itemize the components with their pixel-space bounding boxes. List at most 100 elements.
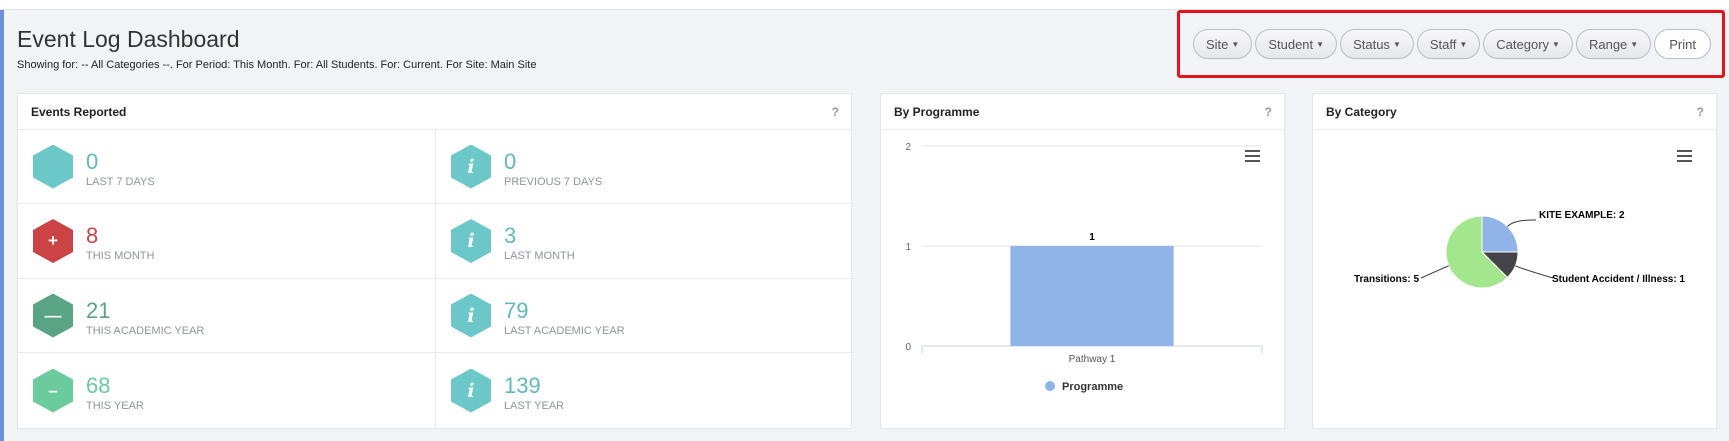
question-icon[interactable]: ? xyxy=(1265,105,1272,119)
stat-last-month: i 3 LAST MONTH xyxy=(436,204,854,279)
by-programme-panel: By Programme ? 0 1 2 1 Pathway 1 Programme xyxy=(880,93,1285,429)
minus-icon: – xyxy=(33,368,73,413)
stat-text: 8 THIS MONTH xyxy=(86,220,155,263)
stat-this-year: – 68 THIS YEAR xyxy=(18,353,436,428)
site-filter-button[interactable]: Site ▼ xyxy=(1193,29,1253,59)
status-filter-button[interactable]: Status ▼ xyxy=(1340,29,1414,59)
stat-value: 139 xyxy=(504,372,541,398)
staff-filter-button[interactable]: Staff ▼ xyxy=(1416,29,1481,59)
icon-glyph: + xyxy=(48,231,58,250)
stat-label: PREVIOUS 7 DAYS xyxy=(504,175,603,188)
caret-down-icon: ▼ xyxy=(1459,39,1468,49)
y-tick-label: 2 xyxy=(905,142,911,153)
pie-data-label: Transitions: 5 xyxy=(1354,274,1419,285)
panel-title: By Programme xyxy=(894,104,980,119)
panel-title: Events Reported xyxy=(31,104,127,119)
info-icon: i xyxy=(451,144,491,189)
stat-label: LAST MONTH xyxy=(504,250,575,262)
pie-connector xyxy=(1515,265,1554,279)
minus-icon: — xyxy=(33,293,73,338)
button-label: Student xyxy=(1268,36,1314,52)
caret-down-icon: ▼ xyxy=(1630,39,1639,49)
stat-label: LAST 7 DAYS xyxy=(86,175,155,188)
stat-text: 21 THIS ACADEMIC YEAR xyxy=(86,295,204,337)
button-label: Site xyxy=(1206,36,1229,52)
icon-glyph: — xyxy=(44,305,62,325)
question-icon[interactable]: ? xyxy=(1697,105,1704,119)
icon-glyph: – xyxy=(48,380,58,400)
button-label: Status xyxy=(1353,36,1390,52)
stat-text: 68 THIS YEAR xyxy=(86,370,144,412)
info-icon: i xyxy=(451,219,491,263)
top-edge xyxy=(0,0,1729,10)
hexagon-icon xyxy=(33,144,73,189)
stat-text: 0 LAST 7 DAYS xyxy=(86,146,155,188)
stat-label: LAST YEAR xyxy=(504,399,565,412)
stat-text: 139 LAST YEAR xyxy=(504,370,564,412)
range-filter-button[interactable]: Range ▼ xyxy=(1575,29,1652,59)
icon-glyph: i xyxy=(467,155,475,178)
stat-text: 3 LAST MONTH xyxy=(504,220,575,263)
category-filter-button[interactable]: Category ▼ xyxy=(1483,29,1573,59)
icon-glyph: i xyxy=(467,304,475,327)
button-label: Range xyxy=(1588,36,1628,52)
info-icon: i xyxy=(451,293,491,338)
stat-value: 68 xyxy=(86,372,111,398)
student-filter-button[interactable]: Student ▼ xyxy=(1255,29,1338,59)
stats-grid: 0 LAST 7 DAYS i 0 PREVIOUS 7 DAYS +8 THIS MONT… xyxy=(18,130,854,428)
by-category-panel: By Category ? KITE EXAMPLE: 2 Student Acc… xyxy=(1312,93,1717,429)
pie-connector xyxy=(1420,265,1449,279)
y-tick-label: 0 xyxy=(905,342,911,353)
stat-previous-7-days: i 0 PREVIOUS 7 DAYS xyxy=(436,130,854,204)
plus-icon: + xyxy=(33,219,73,263)
icon-glyph: i xyxy=(467,230,475,252)
stat-last-year: i 139 LAST YEAR xyxy=(436,353,854,428)
stat-text: 0 PREVIOUS 7 DAYS xyxy=(504,146,602,188)
stat-text: 79 LAST ACADEMIC YEAR xyxy=(504,295,625,337)
caret-down-icon: ▼ xyxy=(1552,39,1560,49)
pie-data-label: KITE EXAMPLE: 2 xyxy=(1539,210,1625,221)
category-pie-chart: KITE EXAMPLE: 2 Student Accident / Illnes… xyxy=(1354,210,1685,289)
panel-header: Events Reported ? xyxy=(18,94,851,130)
legend-marker[interactable] xyxy=(1045,381,1055,391)
caret-down-icon: ▼ xyxy=(1231,39,1240,49)
stat-value: 21 xyxy=(86,297,111,323)
stat-this-academic-year: — 21 THIS ACADEMIC YEAR xyxy=(18,279,436,353)
stat-label: THIS MONTH xyxy=(86,250,155,262)
info-icon: i xyxy=(451,368,491,413)
y-tick-label: 1 xyxy=(905,242,911,253)
button-label: Print xyxy=(1669,36,1696,52)
legend-label[interactable]: Programme xyxy=(1062,381,1123,393)
stat-value: 79 xyxy=(504,297,529,323)
panel-header: By Programme ? xyxy=(881,94,1284,130)
button-label: Category xyxy=(1496,36,1550,52)
stat-last-academic-year: i 79 LAST ACADEMIC YEAR xyxy=(436,279,854,353)
stat-this-month: +8 THIS MONTH xyxy=(18,204,436,279)
stat-last-7-days: 0 LAST 7 DAYS xyxy=(18,130,436,204)
filter-toolbar: Site ▼ Student ▼ Status ▼ Staff ▼ Category ▼ Range… xyxy=(1177,10,1725,78)
pie-connector xyxy=(1507,219,1537,227)
stat-value: 0 xyxy=(504,148,517,174)
icon-glyph: i xyxy=(467,379,475,402)
x-tick-label: Pathway 1 xyxy=(1069,354,1116,365)
question-icon[interactable]: ? xyxy=(832,105,839,119)
page-title: Event Log Dashboard xyxy=(17,26,240,52)
stat-label: LAST ACADEMIC YEAR xyxy=(504,324,625,337)
panel-title: By Category xyxy=(1326,104,1397,119)
caret-down-icon: ▼ xyxy=(1392,39,1401,49)
stat-value: 0 xyxy=(86,148,99,174)
events-reported-panel: Events Reported ? 0 LAST 7 DAYS i 0 PREVIOUS… xyxy=(17,93,854,429)
panel-header: By Category ? xyxy=(1313,94,1716,130)
stat-label: THIS YEAR xyxy=(86,399,144,412)
left-accent-bar xyxy=(0,10,4,441)
pie-slice[interactable] xyxy=(1481,215,1519,253)
caret-down-icon: ▼ xyxy=(1316,39,1325,49)
stat-value: 8 xyxy=(86,223,99,248)
pie-data-label: Student Accident / Illness: 1 xyxy=(1552,274,1685,285)
bar-data-label: 1 xyxy=(1089,232,1095,243)
bar[interactable] xyxy=(1010,246,1174,346)
stat-value: 3 xyxy=(504,223,517,248)
stat-label: THIS ACADEMIC YEAR xyxy=(86,324,205,337)
print-button[interactable]: Print xyxy=(1654,29,1711,59)
button-label: Staff xyxy=(1429,36,1457,52)
